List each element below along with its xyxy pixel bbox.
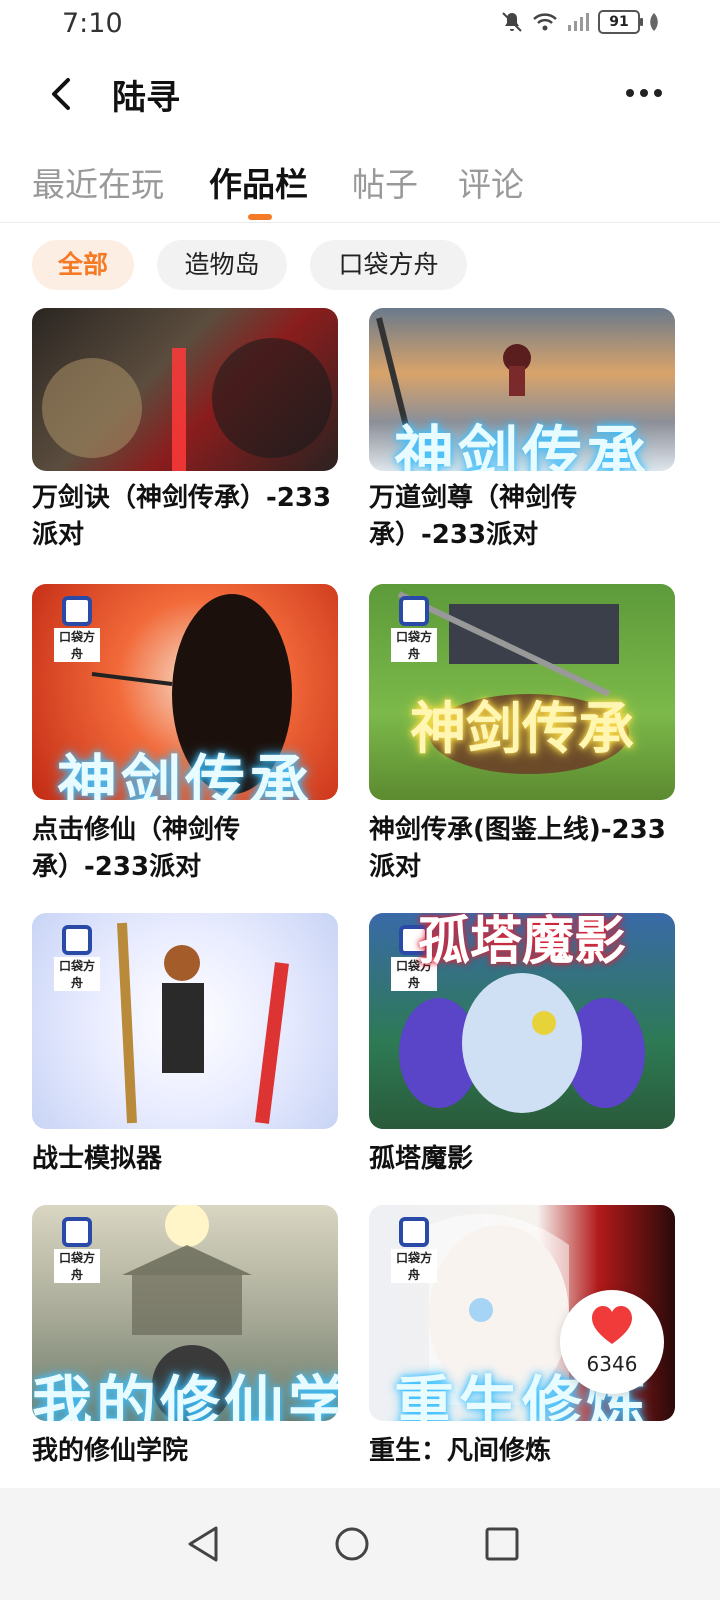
battery-icon: 91 (598, 10, 643, 34)
circle-home-icon (335, 1527, 369, 1561)
game-thumbnail-text: 孤塔魔影 (417, 913, 626, 972)
game-thumbnail: 口袋方舟 神剑传承 (369, 584, 675, 800)
square-recents-icon (485, 1527, 519, 1561)
koudai-logo: 口袋方舟 (391, 596, 437, 662)
signal-icon (568, 13, 589, 31)
koudai-logo: 口袋方舟 (54, 925, 100, 991)
game-thumbnail: 口袋方舟 (32, 913, 338, 1129)
game-title: 神剑传承(图鉴上线)-233派对 (369, 815, 666, 882)
profile-tabs: 最近在玩 作品栏 帖子 评论 (0, 152, 720, 223)
game-thumbnail-text: 神剑传承 (57, 749, 313, 800)
more-dot-icon (640, 89, 648, 97)
more-button[interactable] (624, 78, 664, 108)
back-button[interactable] (44, 72, 84, 116)
more-dot-icon (626, 89, 634, 97)
game-title: 万道剑尊（神剑传承）-233派对 (369, 483, 578, 550)
game-title: 我的修仙学院 (32, 1436, 189, 1466)
chip-all[interactable]: 全部 (32, 240, 134, 290)
game-title: 重生：凡间修炼 (369, 1436, 552, 1466)
system-nav-bar (0, 1488, 720, 1600)
leaf-icon (650, 13, 658, 31)
wifi-icon (533, 13, 557, 31)
chip-zaowudao[interactable]: 造物岛 (157, 240, 287, 290)
tab-comments[interactable]: 评论 (458, 158, 524, 206)
filter-chips: 全部 造物岛 口袋方舟 (0, 240, 720, 292)
status-bar: 7:10 91 (0, 0, 720, 50)
page-title: 陆寻 (112, 78, 180, 118)
koudai-logo: 口袋方舟 (391, 1217, 437, 1283)
title-bar: 陆寻 (0, 56, 720, 132)
tab-posts[interactable]: 帖子 (352, 158, 418, 206)
game-thumbnail: 口袋方舟 孤塔魔影 (369, 913, 675, 1129)
game-title: 孤塔魔影 (369, 1144, 474, 1174)
nav-home-button[interactable] (322, 1514, 382, 1574)
game-thumbnail-text: 神剑传承 (394, 420, 650, 471)
triangle-back-icon (188, 1526, 218, 1562)
tab-recent[interactable]: 最近在玩 (32, 158, 164, 206)
game-thumbnail-text: 神剑传承 (410, 697, 634, 762)
like-button[interactable]: 6346 (560, 1290, 664, 1394)
game-thumbnail-text: 我的修仙学院 (32, 1370, 338, 1421)
like-count: 6346 (586, 1352, 638, 1376)
back-arrow-icon (52, 78, 70, 110)
game-thumbnail (32, 308, 338, 471)
more-dot-icon (654, 89, 662, 97)
nav-recents-button[interactable] (472, 1514, 532, 1574)
koudai-logo: 口袋方舟 (54, 596, 100, 662)
tab-indicator (248, 214, 272, 220)
status-icons: 91 (500, 10, 660, 34)
nav-back-button[interactable] (172, 1514, 232, 1574)
koudai-logo: 口袋方舟 (54, 1217, 100, 1283)
game-title: 战士模拟器 (32, 1144, 163, 1174)
mute-bell-icon (502, 12, 522, 32)
game-title: 万剑诀（神剑传承）-233派对 (32, 483, 332, 550)
heart-icon (592, 1306, 632, 1344)
tab-works[interactable]: 作品栏 (209, 158, 308, 206)
chip-koudaifangzhou[interactable]: 口袋方舟 (310, 240, 467, 290)
game-thumbnail: 口袋方舟 我的修仙学院 (32, 1205, 338, 1421)
game-title: 点击修仙（神剑传承）-233派对 (32, 815, 241, 882)
game-thumbnail: 口袋方舟 神剑传承 (32, 584, 338, 800)
warrior-art (42, 338, 332, 471)
status-time: 7:10 (62, 8, 123, 39)
game-thumbnail: 神剑传承 (369, 308, 675, 471)
